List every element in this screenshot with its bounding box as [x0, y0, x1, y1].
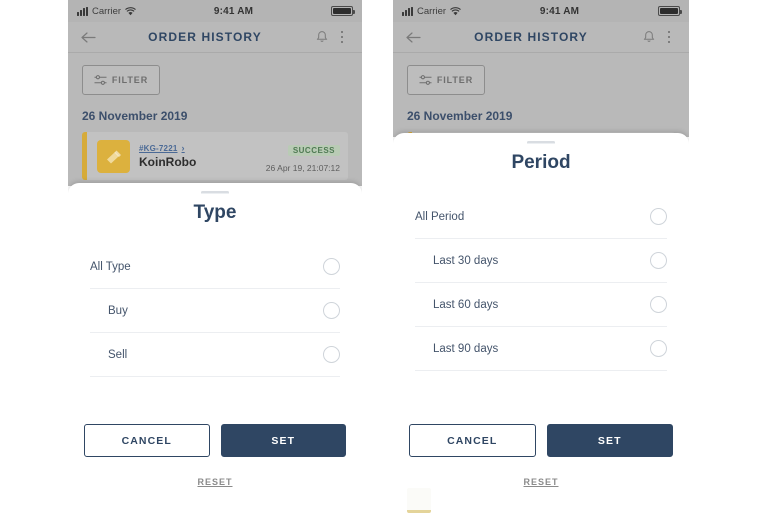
order-timestamp: 26 Apr 19, 21:07:12 [265, 162, 340, 173]
signal-strength-icon [402, 6, 413, 16]
page-title: ORDER HISTORY [474, 30, 588, 44]
app-bar-left: ORDER HISTORY [68, 22, 362, 53]
back-arrow-icon[interactable] [403, 26, 423, 48]
clock-label: 9:41 AM [213, 5, 254, 17]
option-row-last-30-days[interactable]: Last 30 days [415, 239, 667, 283]
radio-button-icon[interactable] [323, 258, 340, 275]
koinrobo-logo-icon [97, 139, 130, 173]
radio-button-icon[interactable] [323, 302, 340, 319]
signal-strength-icon [77, 6, 88, 16]
wifi-icon [450, 6, 461, 15]
option-label: All Type [90, 260, 131, 273]
order-card[interactable]: #KG-7221 › KoinRobo SUCCESS 26 Apr 19, 2… [82, 132, 348, 180]
filter-button-label: FILTER [436, 75, 474, 85]
sheet-action-buttons: CANCEL SET [68, 424, 362, 457]
clock-label: 9:41 AM [539, 5, 580, 17]
filter-sliders-icon [94, 75, 107, 85]
option-row-last-60-days[interactable]: Last 60 days [415, 283, 667, 327]
app-bar-right: ORDER HISTORY [393, 22, 689, 53]
wifi-icon [125, 6, 136, 15]
order-date-header: 26 November 2019 [82, 109, 188, 123]
option-label: Last 30 days [433, 254, 499, 267]
option-label: Buy [108, 304, 128, 317]
order-history-body-left: FILTER 26 November 2019 #KG-7221 › KoinR… [68, 53, 362, 180]
reset-link[interactable]: RESET [197, 477, 232, 487]
battery-icon [331, 6, 355, 16]
option-row-last-90-days[interactable]: Last 90 days [415, 327, 667, 371]
option-label: All Period [415, 210, 465, 223]
bell-icon[interactable] [312, 26, 332, 48]
option-row-buy[interactable]: Buy [90, 289, 340, 333]
cancel-button[interactable]: CANCEL [409, 424, 536, 457]
order-date-header: 26 November 2019 [407, 109, 513, 123]
order-id-link[interactable]: #KG-7221 › [139, 143, 257, 153]
background-card-peek [407, 488, 431, 513]
radio-button-icon[interactable] [650, 340, 667, 357]
reset-row: RESET [393, 457, 689, 513]
carrier-label: Carrier [92, 5, 122, 17]
screenshot-canvas: Carrier 9:41 AM ORDER HISTORY FILTER 26 … [0, 0, 770, 513]
set-button[interactable]: SET [220, 424, 346, 457]
chevron-right-icon: › [181, 143, 185, 153]
filter-button-label: FILTER [111, 75, 149, 85]
option-label: Sell [108, 348, 128, 361]
reset-row: RESET [68, 457, 362, 513]
status-badge: SUCCESS [287, 144, 340, 156]
carrier-label: Carrier [417, 5, 447, 17]
status-bar-left: Carrier 9:41 AM [68, 0, 362, 22]
type-filter-sheet: Type All Type Buy Sell CANCEL SET RESET [68, 183, 362, 513]
option-label: Last 60 days [433, 298, 499, 311]
order-product-name: KoinRobo [139, 155, 197, 169]
back-arrow-icon[interactable] [78, 26, 98, 48]
reset-link[interactable]: RESET [523, 477, 558, 487]
period-options-list: All Period Last 30 days Last 60 days Las… [393, 195, 689, 371]
radio-button-icon[interactable] [650, 296, 667, 313]
status-bar-right: Carrier 9:41 AM [393, 0, 689, 22]
radio-button-icon[interactable] [323, 346, 340, 363]
sheet-grab-handle[interactable] [527, 141, 555, 144]
set-button[interactable]: SET [546, 424, 673, 457]
phone-screen-period-filter: Carrier 9:41 AM ORDER HISTORY FILTER 26 … [393, 0, 689, 513]
sheet-title: Type [193, 202, 237, 223]
option-label: Last 90 days [433, 342, 499, 355]
order-history-body-right: FILTER 26 November 2019 [393, 53, 689, 137]
option-row-all-period[interactable]: All Period [415, 195, 667, 239]
page-title: ORDER HISTORY [148, 30, 262, 44]
overflow-menu-icon[interactable] [332, 26, 352, 48]
battery-icon [658, 6, 682, 16]
overflow-menu-icon[interactable] [659, 26, 679, 48]
phone-screen-type-filter: Carrier 9:41 AM ORDER HISTORY FILTER 26 … [68, 0, 362, 513]
filter-button[interactable]: FILTER [82, 65, 160, 95]
type-options-list: All Type Buy Sell [68, 245, 362, 377]
cancel-button[interactable]: CANCEL [84, 424, 210, 457]
sheet-grab-handle[interactable] [201, 191, 229, 194]
filter-button[interactable]: FILTER [407, 65, 485, 95]
order-id-text: #KG-7221 [139, 143, 178, 153]
option-row-all-type[interactable]: All Type [90, 245, 340, 289]
filter-sliders-icon [419, 75, 432, 85]
order-history-screen-right: Carrier 9:41 AM ORDER HISTORY FILTER 26 … [393, 0, 689, 137]
radio-button-icon[interactable] [650, 252, 667, 269]
sheet-title: Period [511, 152, 571, 173]
bell-icon[interactable] [639, 26, 659, 48]
sheet-action-buttons: CANCEL SET [393, 424, 689, 457]
order-history-screen-left: Carrier 9:41 AM ORDER HISTORY FILTER 26 … [68, 0, 362, 186]
radio-button-icon[interactable] [650, 208, 667, 225]
option-row-sell[interactable]: Sell [90, 333, 340, 377]
period-filter-sheet: Period All Period Last 30 days Last 60 d… [393, 133, 689, 513]
